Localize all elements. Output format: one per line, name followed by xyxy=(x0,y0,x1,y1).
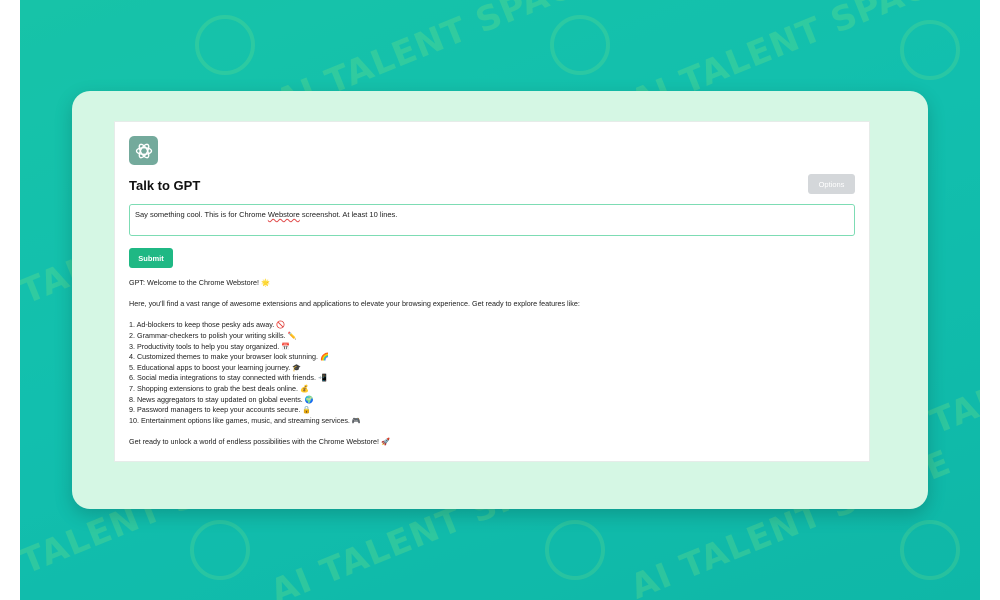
response-list-item: 2. Grammar-checkers to polish your writi… xyxy=(129,330,297,340)
gpt-response: GPT: Welcome to the Chrome Webstore! 🌟 H… xyxy=(129,278,855,448)
response-list-item: 7. Shopping extensions to grab the best … xyxy=(129,383,309,393)
options-button[interactable]: Options xyxy=(808,174,855,194)
response-closing: Get ready to unlock a world of endless p… xyxy=(129,436,390,446)
watermark-logo-icon xyxy=(900,520,960,580)
watermark-logo-icon xyxy=(190,520,250,580)
openai-logo-icon xyxy=(129,136,158,165)
prompt-input[interactable]: Say something cool. This is for Chrome W… xyxy=(129,204,855,236)
response-list-item: 1. Ad-blockers to keep those pesky ads a… xyxy=(129,320,286,330)
prompt-text: screenshot. At least 10 lines. xyxy=(299,210,398,219)
response-list-item: 6. Social media integrations to stay con… xyxy=(129,373,327,383)
prompt-misspelled-word: Webstore xyxy=(267,210,300,219)
response-list-item: 9. Password managers to keep your accoun… xyxy=(129,405,312,415)
prompt-text: Say something cool. This is for Chrome xyxy=(135,210,268,219)
response-list-item: 10. Entertainment options like games, mu… xyxy=(129,415,361,425)
watermark-logo-icon xyxy=(195,15,255,75)
response-lead: Here, you'll find a vast range of awesom… xyxy=(129,299,580,309)
response-list-item: 8. News aggregators to stay updated on g… xyxy=(129,394,314,404)
watermark-logo-icon xyxy=(550,15,610,75)
page-title: Talk to GPT xyxy=(129,178,201,193)
response-list-item: 4. Customized themes to make your browse… xyxy=(129,352,329,362)
screenshot-frame: Talk to GPT Options Say something cool. … xyxy=(72,91,928,509)
response-intro: GPT: Welcome to the Chrome Webstore! 🌟 xyxy=(129,278,270,287)
watermark-logo-icon xyxy=(545,520,605,580)
popup-card: Talk to GPT Options Say something cool. … xyxy=(114,121,870,462)
response-list-item: 5. Educational apps to boost your learni… xyxy=(129,362,302,372)
submit-button[interactable]: Submit xyxy=(129,248,173,268)
watermark-logo-icon xyxy=(900,20,960,80)
response-list-item: 3. Productivity tools to help you stay o… xyxy=(129,341,291,351)
